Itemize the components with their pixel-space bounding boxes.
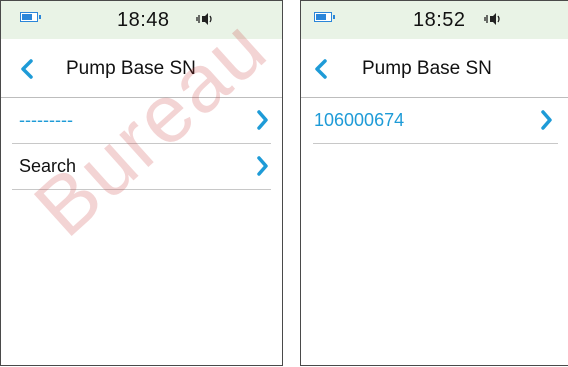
battery-icon <box>314 12 335 22</box>
chevron-right-icon <box>257 156 268 176</box>
status-time: 18:48 <box>117 9 170 31</box>
sound-icon <box>196 13 212 25</box>
status-time: 18:52 <box>413 9 466 31</box>
battery-icon <box>20 12 41 22</box>
list-item-label: 106000674 <box>314 110 405 130</box>
list-item-serial[interactable]: 106000674 <box>313 98 558 144</box>
back-icon[interactable] <box>19 59 35 79</box>
sound-icon <box>484 13 500 25</box>
device-screen-left: 18:48 Pump Base SN --------- Search Bure… <box>0 0 283 366</box>
chevron-right-icon <box>541 110 552 130</box>
list-item-serial[interactable]: --------- <box>12 98 271 144</box>
menu-list: 106000674 <box>301 98 568 144</box>
page-title: Pump Base SN <box>66 58 196 79</box>
list-item-search[interactable]: Search <box>12 144 271 190</box>
title-bar: Pump Base SN <box>301 39 568 98</box>
page-title: Pump Base SN <box>362 58 492 79</box>
chevron-right-icon <box>257 110 268 130</box>
status-bar: 18:52 <box>301 1 568 39</box>
title-bar: Pump Base SN <box>1 39 282 98</box>
menu-list: --------- Search <box>1 98 282 190</box>
list-item-label: --------- <box>19 110 73 130</box>
device-screen-right: 18:52 Pump Base SN 106000674 <box>300 0 568 366</box>
back-icon[interactable] <box>313 59 329 79</box>
list-item-label: Search <box>19 156 77 176</box>
status-bar: 18:48 <box>1 1 282 39</box>
